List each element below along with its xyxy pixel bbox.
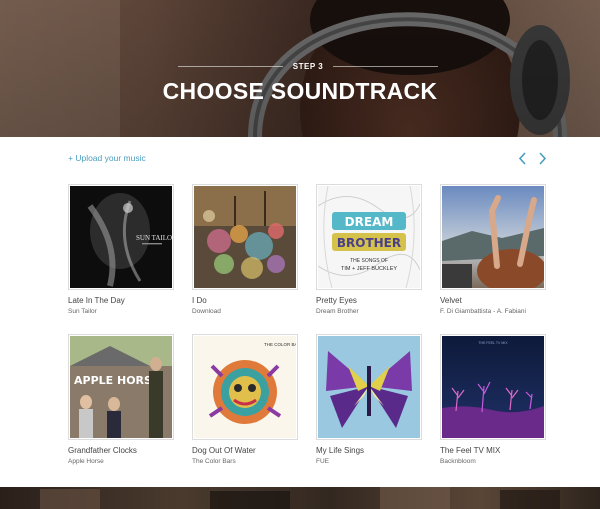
album-cover[interactable]: APPLE HORSE (68, 334, 174, 440)
album-cover[interactable] (316, 334, 422, 440)
album-artist: Sun Tailor (68, 308, 97, 315)
album-cover[interactable]: THE FEEL TV MIX (440, 334, 546, 440)
album-title: Late In The Day (68, 296, 125, 305)
footer-photo-strip (0, 487, 600, 509)
album-card[interactable]: THE COLOR BARS Dog Out Of Water The Colo… (192, 334, 300, 465)
album-card[interactable]: My Life Sings FUE (316, 334, 424, 465)
album-cover[interactable]: DREAM BROTHER THE SONGS OF TIM + JEFF BU… (316, 184, 422, 290)
album-cover[interactable] (440, 184, 546, 290)
album-title: My Life Sings (316, 446, 365, 455)
svg-text:TIM + JEFF BUCKLEY: TIM + JEFF BUCKLEY (341, 266, 397, 272)
svg-text:SUN TAILOR: SUN TAILOR (136, 234, 172, 242)
svg-text:THE FEEL TV MIX: THE FEEL TV MIX (478, 341, 508, 345)
album-artist: Backnbloom (440, 458, 476, 465)
chevron-right-icon[interactable] (536, 151, 548, 165)
album-card[interactable]: Velvet F. Di Giambattista - A. Fabiani (440, 184, 548, 315)
album-artist: FUE (316, 458, 329, 465)
album-card[interactable]: THE FEEL TV MIX The Feel TV MIX Backnblo… (440, 334, 548, 465)
album-artist: Download (192, 308, 221, 315)
album-card[interactable]: APPLE HORSE Grandfather Clocks Apple Hor… (68, 334, 176, 465)
album-artist: Apple Horse (68, 458, 104, 465)
album-title: I Do (192, 296, 207, 305)
svg-text:THE COLOR BARS: THE COLOR BARS (264, 342, 296, 347)
page-title: CHOOSE SOUNDTRACK (162, 78, 438, 104)
step-divider-right (333, 65, 439, 67)
album-card[interactable]: SUN TAILOR Late In The Day Sun Tailor (68, 184, 176, 315)
album-card[interactable]: I Do Download (192, 184, 300, 315)
chevron-left-icon[interactable] (516, 151, 528, 165)
album-artist: The Color Bars (192, 458, 236, 465)
carousel-nav (516, 151, 548, 165)
album-cover[interactable] (192, 184, 298, 290)
album-artist: Dream Brother (316, 308, 359, 315)
hero-banner: STEP 3 CHOOSE SOUNDTRACK (0, 0, 600, 137)
album-cover[interactable]: THE COLOR BARS (192, 334, 298, 440)
album-artist: F. Di Giambattista - A. Fabiani (440, 308, 526, 315)
album-title: Velvet (440, 296, 462, 305)
svg-text:BROTHER: BROTHER (337, 236, 401, 250)
step-label: STEP 3 (292, 61, 324, 71)
album-title: Dog Out Of Water (192, 446, 256, 455)
svg-text:DREAM: DREAM (345, 215, 394, 229)
album-title: The Feel TV MIX (440, 446, 501, 455)
album-cover[interactable]: SUN TAILOR (68, 184, 174, 290)
footer-photo (40, 487, 560, 509)
step-indicator: STEP 3 (178, 60, 439, 72)
album-card[interactable]: DREAM BROTHER THE SONGS OF TIM + JEFF BU… (316, 184, 424, 315)
soundtrack-picker: + Upload your music SUN TAILOR (0, 137, 600, 487)
svg-text:THE SONGS OF: THE SONGS OF (350, 258, 388, 264)
album-title: Pretty Eyes (316, 296, 357, 305)
svg-text:APPLE HORSE: APPLE HORSE (74, 374, 159, 387)
upload-music-link[interactable]: + Upload your music (68, 153, 146, 163)
album-title: Grandfather Clocks (68, 446, 137, 455)
step-divider-left (178, 65, 283, 67)
